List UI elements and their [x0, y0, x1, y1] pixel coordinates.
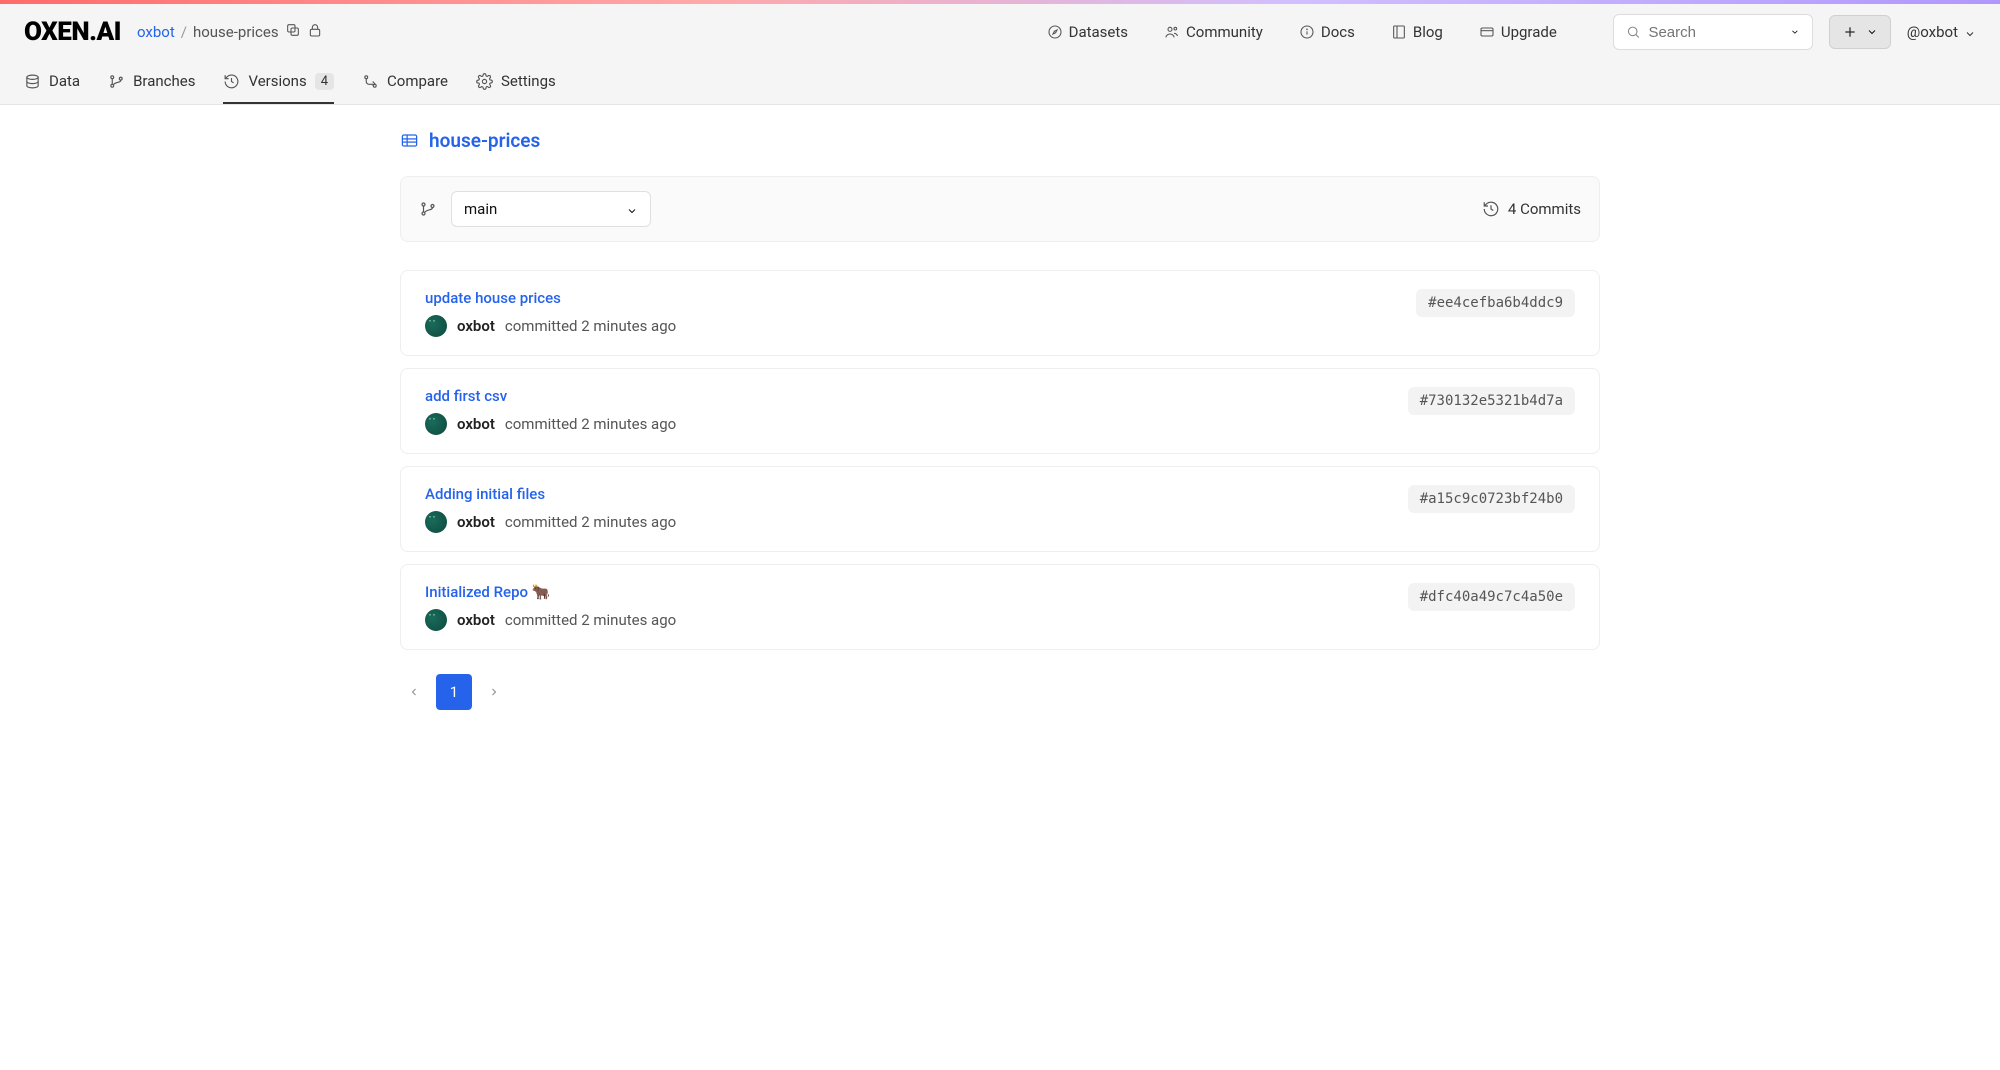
search-input[interactable] [1613, 14, 1813, 50]
commit-time: committed 2 minutes ago [505, 317, 676, 335]
commits-count[interactable]: 4 Commits [1482, 200, 1581, 218]
tab-compare-label: Compare [387, 72, 448, 90]
nav-upgrade[interactable]: Upgrade [1479, 23, 1557, 41]
topbar: OXEN.AI oxbot / house-prices Datasets Co… [0, 4, 2000, 60]
commit-time: committed 2 minutes ago [505, 611, 676, 629]
repo-title[interactable]: house-prices [400, 129, 1600, 152]
commit-hash[interactable]: #ee4cefba6b4ddc9 [1416, 289, 1575, 317]
breadcrumb-repo[interactable]: house-prices [193, 23, 279, 41]
page-prev[interactable] [400, 674, 428, 710]
gear-icon [476, 73, 493, 90]
compare-icon [362, 73, 379, 90]
repo-title-text: house-prices [429, 129, 540, 152]
plus-icon [1842, 24, 1858, 40]
nav-community[interactable]: Community [1164, 23, 1263, 41]
tab-settings[interactable]: Settings [476, 60, 556, 104]
commits-list: update house prices oxbot committed 2 mi… [400, 270, 1600, 650]
avatar[interactable] [425, 315, 447, 337]
commit-author[interactable]: oxbot [457, 415, 495, 433]
top-nav: Datasets Community Docs Blog Upgrade [1047, 23, 1557, 41]
nav-datasets-label: Datasets [1069, 23, 1128, 41]
commit-hash[interactable]: #dfc40a49c7c4a50e [1408, 583, 1575, 611]
chevron-down-icon [1964, 26, 1976, 38]
branch-icon [108, 73, 125, 90]
nav-upgrade-label: Upgrade [1501, 23, 1557, 41]
card-icon [1479, 24, 1495, 40]
nav-docs-label: Docs [1321, 23, 1355, 41]
avatar[interactable] [425, 511, 447, 533]
avatar[interactable] [425, 609, 447, 631]
branch-icon [419, 200, 437, 218]
user-menu[interactable]: @oxbot [1907, 23, 1976, 41]
nav-community-label: Community [1186, 23, 1263, 41]
branch-select-value: main [464, 200, 497, 218]
versions-count-badge: 4 [315, 73, 334, 90]
tab-compare[interactable]: Compare [362, 60, 448, 104]
commit-time: committed 2 minutes ago [505, 513, 676, 531]
table-icon [400, 131, 419, 150]
commit-time: committed 2 minutes ago [505, 415, 676, 433]
branch-select[interactable]: main [451, 191, 651, 227]
commits-count-label: 4 Commits [1508, 200, 1581, 218]
nav-datasets[interactable]: Datasets [1047, 23, 1128, 41]
compass-icon [1047, 24, 1063, 40]
history-icon [1482, 200, 1500, 218]
tab-versions[interactable]: Versions 4 [223, 60, 334, 104]
tab-branches[interactable]: Branches [108, 60, 195, 104]
page-current[interactable]: 1 [436, 674, 472, 710]
commit-message[interactable]: Initialized Repo 🐂 [425, 583, 676, 601]
tab-branches-label: Branches [133, 72, 195, 90]
search-field[interactable] [1648, 24, 1790, 41]
commit-row: Initialized Repo 🐂 oxbot committed 2 min… [400, 564, 1600, 650]
commit-hash[interactable]: #730132e5321b4d7a [1408, 387, 1575, 415]
content: house-prices main 4 Commits update house… [320, 105, 1680, 734]
commit-row: update house prices oxbot committed 2 mi… [400, 270, 1600, 356]
commit-author[interactable]: oxbot [457, 317, 495, 335]
commit-hash[interactable]: #a15c9c0723bf24b0 [1408, 485, 1575, 513]
avatar[interactable] [425, 413, 447, 435]
commit-message[interactable]: update house prices [425, 289, 676, 307]
chevron-left-icon [408, 686, 420, 698]
pagination: 1 [400, 674, 1600, 710]
branch-bar: main 4 Commits [400, 176, 1600, 242]
user-handle: @oxbot [1907, 23, 1958, 41]
brand-logo[interactable]: OXEN.AI [24, 17, 121, 47]
add-button[interactable] [1829, 15, 1891, 49]
commit-message[interactable]: add first csv [425, 387, 676, 405]
database-icon [24, 73, 41, 90]
copy-icon[interactable] [285, 22, 301, 42]
chevron-down-icon[interactable] [1790, 26, 1800, 38]
caret-down-icon [1866, 26, 1878, 38]
history-icon [223, 73, 240, 90]
book-icon [1391, 24, 1407, 40]
breadcrumb-owner[interactable]: oxbot [137, 23, 175, 41]
chevron-down-icon [626, 203, 638, 215]
nav-blog[interactable]: Blog [1391, 23, 1443, 41]
tab-versions-label: Versions [248, 72, 306, 90]
tab-data-label: Data [49, 72, 80, 90]
commit-author[interactable]: oxbot [457, 611, 495, 629]
page-next[interactable] [480, 674, 508, 710]
nav-blog-label: Blog [1413, 23, 1443, 41]
header: OXEN.AI oxbot / house-prices Datasets Co… [0, 4, 2000, 105]
lock-icon [307, 22, 323, 42]
search-icon [1626, 23, 1641, 41]
breadcrumb: oxbot / house-prices [137, 22, 323, 42]
breadcrumb-separator: / [181, 23, 187, 41]
tab-data[interactable]: Data [24, 60, 80, 104]
commit-row: add first csv oxbot committed 2 minutes … [400, 368, 1600, 454]
info-icon [1299, 24, 1315, 40]
repo-tabs: Data Branches Versions 4 Compare Setting… [0, 60, 2000, 104]
users-icon [1164, 24, 1180, 40]
commit-row: Adding initial files oxbot committed 2 m… [400, 466, 1600, 552]
commit-author[interactable]: oxbot [457, 513, 495, 531]
chevron-right-icon [488, 686, 500, 698]
tab-settings-label: Settings [501, 72, 556, 90]
nav-docs[interactable]: Docs [1299, 23, 1355, 41]
commit-message[interactable]: Adding initial files [425, 485, 676, 503]
